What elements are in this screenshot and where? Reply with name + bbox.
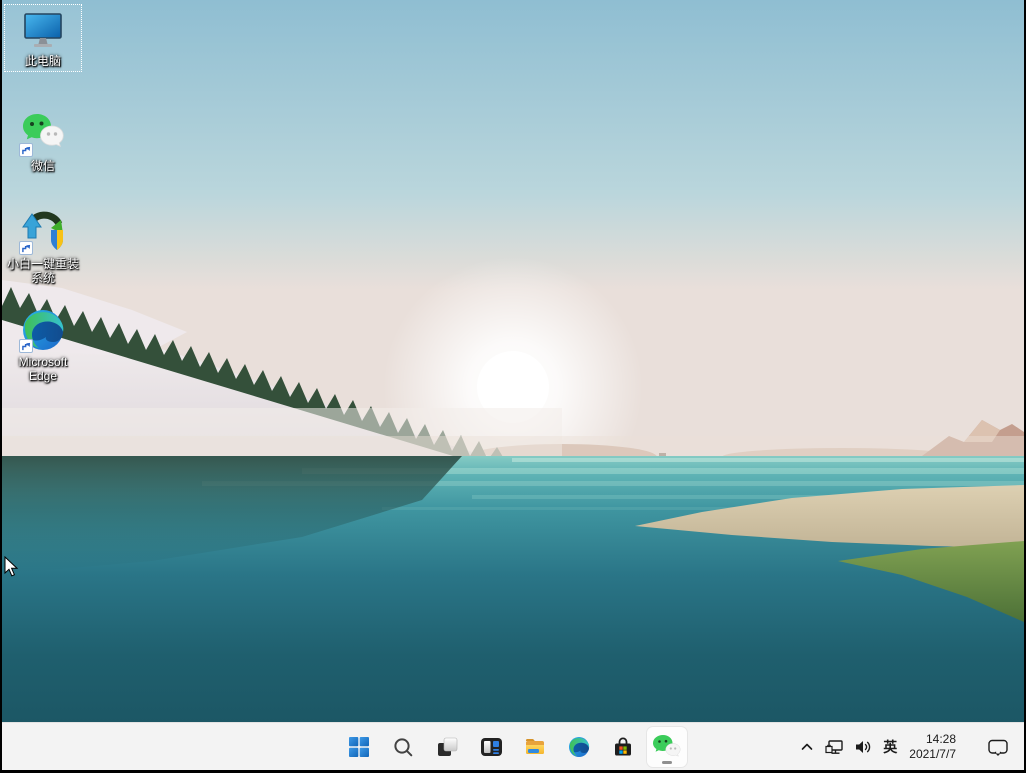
- system-tray: 英 14:28 2021/7/7: [794, 723, 1020, 770]
- search-icon: [393, 737, 414, 758]
- windows-start-icon: [348, 736, 370, 758]
- microsoft-store-icon: [612, 736, 634, 758]
- shortcut-arrow-icon: [19, 339, 33, 353]
- xiaobai-reinstall-icon: [21, 210, 65, 254]
- ethernet-network-icon: [825, 739, 844, 756]
- notification-icon: [987, 738, 1009, 757]
- taskbar: 英 14:28 2021/7/7: [2, 722, 1024, 770]
- start-button[interactable]: [339, 727, 379, 767]
- desktop-icon-microsoft-edge[interactable]: Microsoft Edge: [4, 306, 82, 386]
- running-indicator: [662, 761, 672, 764]
- wechat-taskbar-button[interactable]: [647, 727, 687, 767]
- desktop[interactable]: 此电脑 微信: [2, 0, 1024, 722]
- notification-center-button[interactable]: [982, 727, 1014, 767]
- edge-button[interactable]: [559, 727, 599, 767]
- edge-icon: [21, 308, 65, 352]
- microsoft-store-button[interactable]: [603, 727, 643, 767]
- input-language-indicator[interactable]: 英: [877, 727, 903, 767]
- edge-icon: [568, 736, 590, 758]
- task-view-icon: [436, 736, 458, 758]
- file-explorer-icon: [524, 736, 546, 758]
- widgets-button[interactable]: [471, 727, 511, 767]
- desktop-icon-label: Microsoft Edge: [5, 355, 81, 383]
- desktop-icon-label: 此电脑: [25, 54, 61, 68]
- wechat-icon: [652, 734, 682, 760]
- network-button[interactable]: [820, 727, 849, 767]
- desktop-icon-xiaobai-reinstall[interactable]: 小白一键重装系统: [4, 208, 82, 288]
- clock-date: 2021/7/7: [909, 747, 956, 762]
- desktop-icon-this-pc[interactable]: 此电脑: [4, 4, 82, 72]
- screen: 此电脑 微信: [0, 0, 1026, 773]
- show-hidden-icons-button[interactable]: [794, 727, 820, 767]
- desktop-icon-label: 微信: [31, 159, 55, 173]
- task-view-button[interactable]: [427, 727, 467, 767]
- shortcut-arrow-icon: [19, 241, 33, 255]
- file-explorer-button[interactable]: [515, 727, 555, 767]
- wallpaper: [2, 0, 1024, 722]
- clock-time: 14:28: [909, 732, 956, 747]
- search-button[interactable]: [383, 727, 423, 767]
- taskbar-center-group: [339, 723, 687, 770]
- widgets-icon: [480, 736, 503, 758]
- desktop-icon-label: 小白一键重装系统: [5, 257, 81, 285]
- speaker-volume-icon: [854, 739, 872, 755]
- shortcut-arrow-icon: [19, 143, 33, 157]
- clock[interactable]: 14:28 2021/7/7: [903, 727, 964, 767]
- this-pc-icon: [21, 7, 65, 51]
- desktop-icon-wechat[interactable]: 微信: [4, 110, 82, 176]
- wechat-icon: [21, 112, 65, 156]
- volume-button[interactable]: [849, 727, 877, 767]
- chevron-up-icon: [799, 739, 815, 755]
